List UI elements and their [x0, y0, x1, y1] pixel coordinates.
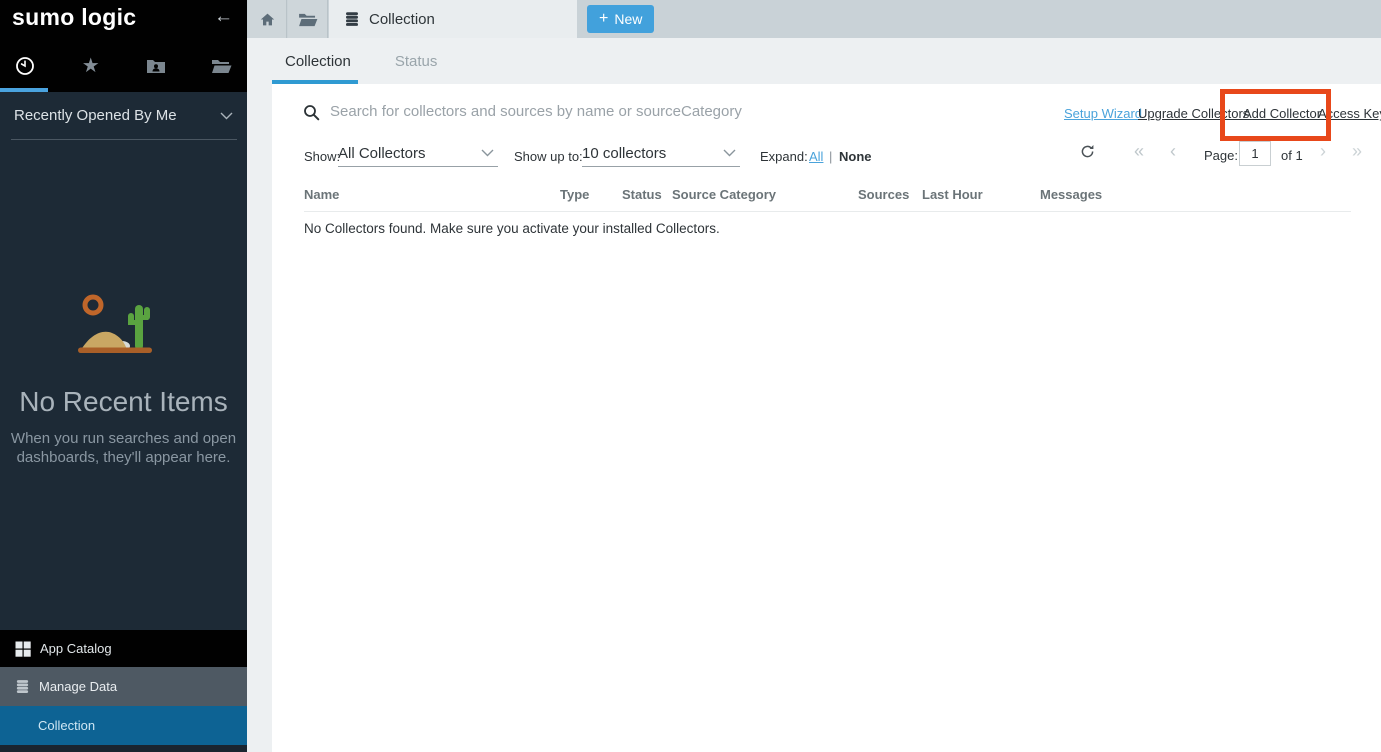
plus-icon: +	[599, 11, 608, 27]
show-up-to-label: Show up to:	[514, 149, 583, 164]
app-root: sumo logic ← ★	[0, 0, 1381, 752]
page-size-dropdown[interactable]: 10 collectors	[582, 140, 740, 167]
expand-all-link[interactable]: All	[809, 149, 823, 164]
first-page-button[interactable]: «	[1134, 141, 1144, 163]
collection-panel: Setup Wizard Upgrade Collectors Add Coll…	[272, 84, 1381, 752]
show-collectors-dropdown[interactable]: All Collectors	[338, 140, 498, 167]
chevron-down-icon	[723, 149, 736, 157]
home-icon	[259, 12, 276, 27]
column-header-last-hour: Last Hour	[922, 187, 983, 202]
header-divider	[304, 211, 1351, 212]
column-header-type: Type	[560, 187, 589, 202]
column-header-source-category: Source Category	[672, 187, 776, 202]
tab-label: Collection	[369, 11, 435, 28]
expand-none-link[interactable]: None	[839, 149, 872, 164]
folder-icon	[211, 58, 232, 74]
expand-label: Expand:	[760, 149, 808, 164]
clock-icon	[14, 55, 36, 77]
column-header-messages: Messages	[1040, 187, 1102, 202]
grid-icon	[15, 641, 31, 657]
sidebar-tab-recents[interactable]	[12, 53, 38, 79]
sidebar-item-app-catalog[interactable]: App Catalog	[0, 630, 247, 667]
show-label: Show:	[304, 149, 340, 164]
new-button-label: New	[614, 11, 642, 27]
sidebar-item-collection[interactable]: Collection	[0, 706, 247, 745]
setup-wizard-link[interactable]: Setup Wizard	[1064, 106, 1142, 121]
sidebar-footer-strip	[0, 745, 247, 752]
shared-folder-icon	[146, 58, 166, 74]
folder-icon	[298, 12, 318, 27]
star-icon: ★	[82, 56, 100, 76]
database-icon	[15, 679, 30, 694]
dropdown-value: All Collectors	[338, 145, 426, 162]
empty-state-title: No Recent Items	[0, 386, 247, 418]
subtab-collection[interactable]: Collection	[272, 53, 364, 70]
sidebar-tab-shared[interactable]	[143, 53, 169, 79]
column-header-sources: Sources	[858, 187, 909, 202]
sidebar-nav-icons: ★	[0, 44, 247, 88]
tab-collection[interactable]: Collection	[329, 0, 577, 38]
database-icon	[344, 11, 360, 27]
sidebar-item-label: Collection	[38, 718, 95, 733]
empty-state-description: When you run searches and open dashboard…	[0, 429, 247, 467]
chevron-down-icon	[481, 149, 494, 157]
sidebar-tab-library[interactable]	[209, 53, 235, 79]
previous-page-button[interactable]: ‹	[1170, 141, 1176, 163]
page-label: Page:	[1204, 148, 1238, 163]
main-area: Collection + New Collection Status Setup…	[247, 0, 1381, 752]
subtab-bar: Collection Status	[272, 38, 450, 84]
annotation-box	[1220, 89, 1331, 141]
recent-scope-label: Recently Opened By Me	[14, 107, 177, 124]
sidebar-empty-state: No Recent Items When you run searches an…	[0, 293, 247, 467]
top-tab-bar: Collection + New	[247, 0, 1381, 38]
sidebar-tab-favorites[interactable]: ★	[78, 53, 104, 79]
chevron-down-icon	[220, 112, 233, 120]
dropdown-value: 10 collectors	[582, 145, 666, 162]
column-header-name: Name	[304, 187, 339, 202]
sidebar-header: sumo logic ← ★	[0, 0, 247, 92]
last-page-button[interactable]: »	[1352, 141, 1362, 163]
sidebar-item-label: Manage Data	[39, 679, 117, 694]
sidebar-item-label: App Catalog	[40, 641, 112, 656]
recent-scope-dropdown[interactable]: Recently Opened By Me	[0, 92, 247, 139]
page-count-label: of 1	[1281, 148, 1303, 163]
collapse-sidebar-icon[interactable]: ←	[214, 6, 233, 28]
sumo-logic-logo: sumo logic	[12, 4, 136, 31]
home-button[interactable]	[248, 0, 287, 38]
sidebar: sumo logic ← ★	[0, 0, 247, 752]
sidebar-bottom-nav: App Catalog Manage Data Collection	[0, 630, 247, 752]
empty-table-message: No Collectors found. Make sure you activ…	[304, 221, 720, 236]
page-number-input[interactable]	[1239, 141, 1271, 166]
divider	[11, 139, 237, 140]
sidebar-item-manage-data[interactable]: Manage Data	[0, 667, 247, 706]
desert-illustration	[78, 293, 170, 355]
new-button[interactable]: + New	[587, 5, 654, 33]
refresh-button[interactable]	[1080, 144, 1095, 162]
subtab-status[interactable]: Status	[382, 53, 451, 70]
open-library-button[interactable]	[288, 0, 328, 38]
column-header-status: Status	[622, 187, 662, 202]
search-input[interactable]	[330, 97, 950, 125]
next-page-button[interactable]: ›	[1320, 141, 1326, 163]
refresh-icon	[1080, 144, 1095, 159]
search-icon	[303, 104, 320, 121]
separator: |	[829, 149, 832, 164]
